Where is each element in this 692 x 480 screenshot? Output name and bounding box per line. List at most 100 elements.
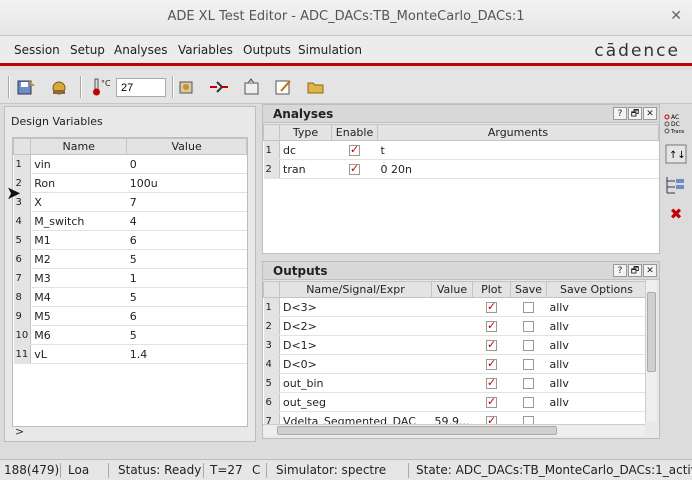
close-icon[interactable]: ✕ xyxy=(643,264,657,277)
menu-session[interactable]: Session xyxy=(14,43,60,57)
variable-name[interactable]: X xyxy=(30,192,127,212)
enable-checkbox[interactable] xyxy=(349,143,360,156)
table-row[interactable]: 8 M4 5 xyxy=(13,287,247,307)
save-checkbox[interactable] xyxy=(522,397,534,408)
output-name[interactable]: Vdelta_Segmented_DAC xyxy=(279,411,432,424)
output-name[interactable]: D<1> xyxy=(279,335,432,355)
save-checkbox[interactable] xyxy=(522,302,534,313)
table-row[interactable]: 2 Ron 100u xyxy=(13,173,247,193)
output-name[interactable]: out_bin xyxy=(279,373,432,393)
scrollbar-thumb[interactable] xyxy=(647,292,656,372)
edit-icon[interactable] xyxy=(273,77,295,97)
help-icon[interactable]: ? xyxy=(613,107,627,120)
table-row[interactable]: 1D<3> allv xyxy=(263,297,645,317)
table-row[interactable]: 10 M6 5 xyxy=(13,325,247,345)
analysis-arguments[interactable]: t xyxy=(377,140,659,160)
outputs-horizontal-scrollbar[interactable] xyxy=(263,424,645,436)
save-options[interactable]: allv xyxy=(546,392,645,412)
scrollbar-thumb[interactable] xyxy=(277,426,557,435)
save-checkbox[interactable] xyxy=(522,416,534,424)
variable-name[interactable]: M2 xyxy=(30,249,127,269)
plot-checkbox[interactable] xyxy=(485,338,497,351)
plot-checkbox[interactable] xyxy=(485,357,497,370)
table-row[interactable]: 2tran 0 20n xyxy=(263,159,659,179)
table-row[interactable]: 9 M5 6 xyxy=(13,306,247,326)
table-row[interactable]: 7 M3 1 xyxy=(13,268,247,288)
save-options[interactable]: allv xyxy=(546,335,645,355)
variable-name[interactable]: Ron xyxy=(30,173,127,193)
table-row[interactable]: 7 Vdelta_Segmented_DAC 59.9... xyxy=(263,411,645,424)
plot-checkbox[interactable] xyxy=(485,300,497,313)
variable-value[interactable]: 0 xyxy=(126,154,247,174)
output-name[interactable]: out_seg xyxy=(279,392,432,412)
outputs-vertical-scrollbar[interactable] xyxy=(645,280,657,422)
table-row[interactable]: 2D<2> allv xyxy=(263,316,645,336)
variable-name[interactable]: M5 xyxy=(30,306,127,326)
variable-name[interactable]: M6 xyxy=(30,325,127,345)
close-icon[interactable]: ✕ xyxy=(670,8,682,24)
save-checkbox[interactable] xyxy=(522,359,534,370)
float-icon[interactable]: 🗗 xyxy=(628,264,642,277)
variable-value[interactable]: 5 xyxy=(126,249,247,269)
variable-name[interactable]: M_switch xyxy=(30,211,127,231)
netlist-icon[interactable] xyxy=(176,77,198,97)
close-icon[interactable]: ✕ xyxy=(643,107,657,120)
menu-setup[interactable]: Setup xyxy=(70,43,105,57)
table-row[interactable]: 1 vin 0 xyxy=(13,154,247,174)
plot-checkbox[interactable] xyxy=(485,395,497,408)
export-icon[interactable] xyxy=(241,77,263,97)
save-setup-icon[interactable] xyxy=(16,77,38,97)
variable-value[interactable]: 1 xyxy=(126,268,247,288)
delete-icon[interactable]: ✖ xyxy=(664,202,688,226)
table-row[interactable]: 5 M1 6 xyxy=(13,230,247,250)
menu-analyses[interactable]: Analyses xyxy=(114,43,168,57)
ac-dc-trans-icon[interactable]: AC DC Trans xyxy=(664,112,688,136)
table-row[interactable]: 3D<1> allv xyxy=(263,335,645,355)
save-checkbox[interactable] xyxy=(522,321,534,332)
menu-variables[interactable]: Variables xyxy=(178,43,233,57)
variable-name[interactable]: vin xyxy=(30,154,127,174)
output-name[interactable]: D<3> xyxy=(279,297,432,317)
variable-value[interactable]: 100u xyxy=(126,173,247,193)
parameters-icon[interactable]: ↑↓ xyxy=(664,142,688,166)
table-row[interactable]: 3X7 xyxy=(13,192,247,212)
analysis-type[interactable]: dc xyxy=(279,140,332,160)
table-row[interactable]: 1dc t xyxy=(263,140,659,160)
output-name[interactable]: D<2> xyxy=(279,316,432,336)
variable-value[interactable]: 5 xyxy=(126,325,247,345)
save-checkbox[interactable] xyxy=(522,378,534,389)
menu-outputs[interactable]: Outputs xyxy=(243,43,291,57)
save-options[interactable] xyxy=(546,411,645,424)
select-outputs-icon[interactable] xyxy=(664,172,688,196)
table-row[interactable]: 4 M_switch 4 xyxy=(13,211,247,231)
variable-value[interactable]: 6 xyxy=(126,230,247,250)
table-row[interactable]: 6out_seg allv xyxy=(263,392,645,412)
save-checkbox[interactable] xyxy=(522,340,534,351)
variable-value[interactable]: 5 xyxy=(126,287,247,307)
save-options[interactable]: allv xyxy=(546,316,645,336)
plot-checkbox[interactable] xyxy=(485,414,497,424)
open-folder-icon[interactable] xyxy=(305,77,327,97)
variable-value[interactable]: 7 xyxy=(126,192,247,212)
variable-name[interactable]: M4 xyxy=(30,287,127,307)
analysis-type[interactable]: tran xyxy=(279,159,332,179)
analysis-arguments[interactable]: 0 20n xyxy=(377,159,659,179)
variable-value[interactable]: 1.4 xyxy=(126,344,247,364)
temperature-input[interactable] xyxy=(116,78,166,97)
variable-name[interactable]: M1 xyxy=(30,230,127,250)
table-row[interactable]: 6 M2 5 xyxy=(13,249,247,269)
table-row[interactable]: 11 vL 1.4 xyxy=(13,344,247,364)
help-icon[interactable]: ? xyxy=(613,264,627,277)
enable-checkbox[interactable] xyxy=(349,162,360,175)
variable-name[interactable]: vL xyxy=(30,344,127,364)
table-row[interactable]: 4D<0> allv xyxy=(263,354,645,374)
expand-arrow[interactable]: > xyxy=(15,425,24,438)
menu-simulation[interactable]: Simulation xyxy=(298,43,362,57)
float-icon[interactable]: 🗗 xyxy=(628,107,642,120)
output-name[interactable]: D<0> xyxy=(279,354,432,374)
plot-checkbox[interactable] xyxy=(485,319,497,332)
plot-checkbox[interactable] xyxy=(485,376,497,389)
save-options[interactable]: allv xyxy=(546,297,645,317)
run-simulation-icon[interactable] xyxy=(208,77,230,97)
save-options[interactable]: allv xyxy=(546,373,645,393)
